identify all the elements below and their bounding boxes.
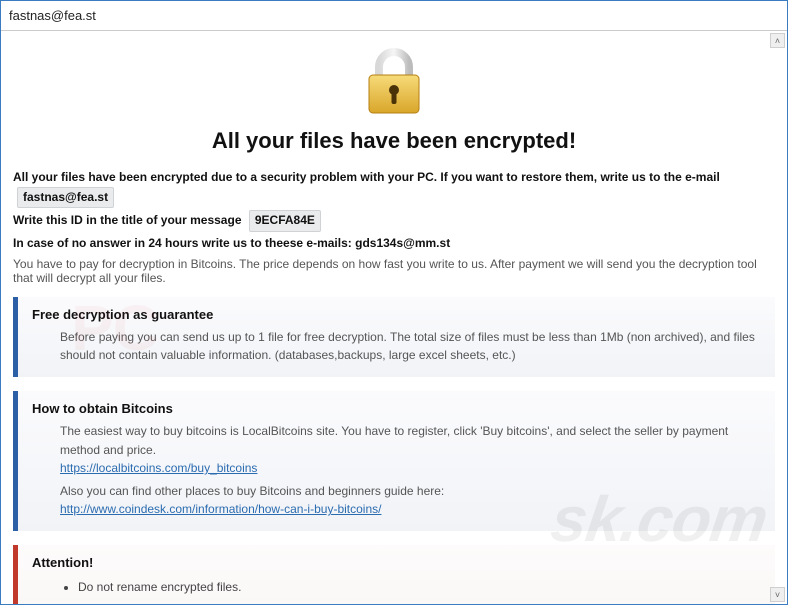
- attention-card: Attention! Do not rename encrypted files…: [13, 545, 775, 604]
- list-item: Do not rename encrypted files.: [78, 576, 763, 599]
- intro-line1: All your files have been encrypted due t…: [13, 168, 775, 208]
- id-chip: 9ECFA84E: [249, 210, 321, 231]
- chevron-down-icon: ˅: [775, 590, 780, 600]
- content-area: All your files have been encrypted! All …: [1, 31, 787, 604]
- lock-icon: [361, 47, 427, 122]
- intro-line3-email: gds134s@mm.st: [355, 236, 450, 250]
- obtain-link1[interactable]: https://localbitcoins.com/buy_bitcoins: [60, 461, 257, 475]
- obtain-title: How to obtain Bitcoins: [32, 401, 763, 416]
- intro-line2: Write this ID in the title of your messa…: [13, 210, 775, 231]
- chevron-up-icon: ˄: [775, 36, 780, 46]
- scroll-up-button[interactable]: ˄: [770, 33, 785, 48]
- intro-line3: In case of no answer in 24 hours write u…: [13, 234, 775, 253]
- guarantee-body: Before paying you can send us up to 1 fi…: [32, 328, 763, 365]
- guarantee-card: Free decryption as guarantee Before payi…: [13, 297, 775, 377]
- headline: All your files have been encrypted!: [13, 128, 775, 154]
- intro-line2-prefix: Write this ID in the title of your messa…: [13, 213, 242, 227]
- obtain-body1: The easiest way to buy bitcoins is Local…: [60, 422, 763, 459]
- email-chip: fastnas@fea.st: [17, 187, 114, 208]
- obtain-link2[interactable]: http://www.coindesk.com/information/how-…: [60, 502, 381, 516]
- scroll-down-button[interactable]: ˅: [770, 587, 785, 602]
- lock-block: [13, 41, 775, 122]
- list-item: Do not try to decrypt your data using th…: [78, 599, 763, 604]
- pay-info: You have to pay for decryption in Bitcoi…: [13, 257, 775, 285]
- guarantee-title: Free decryption as guarantee: [32, 307, 763, 322]
- attention-list: Do not rename encrypted files. Do not tr…: [32, 576, 763, 604]
- obtain-body: The easiest way to buy bitcoins is Local…: [32, 422, 763, 519]
- intro-line3-prefix: In case of no answer in 24 hours write u…: [13, 236, 352, 250]
- window-titlebar[interactable]: fastnas@fea.st: [1, 1, 787, 31]
- attention-title: Attention!: [32, 555, 763, 570]
- obtain-card: How to obtain Bitcoins The easiest way t…: [13, 391, 775, 531]
- obtain-body2: Also you can find other places to buy Bi…: [60, 482, 763, 501]
- ransom-window: fastnas@fea.st: [0, 0, 788, 605]
- intro-line1-prefix: All your files have been encrypted due t…: [13, 170, 720, 184]
- window-title: fastnas@fea.st: [9, 8, 96, 23]
